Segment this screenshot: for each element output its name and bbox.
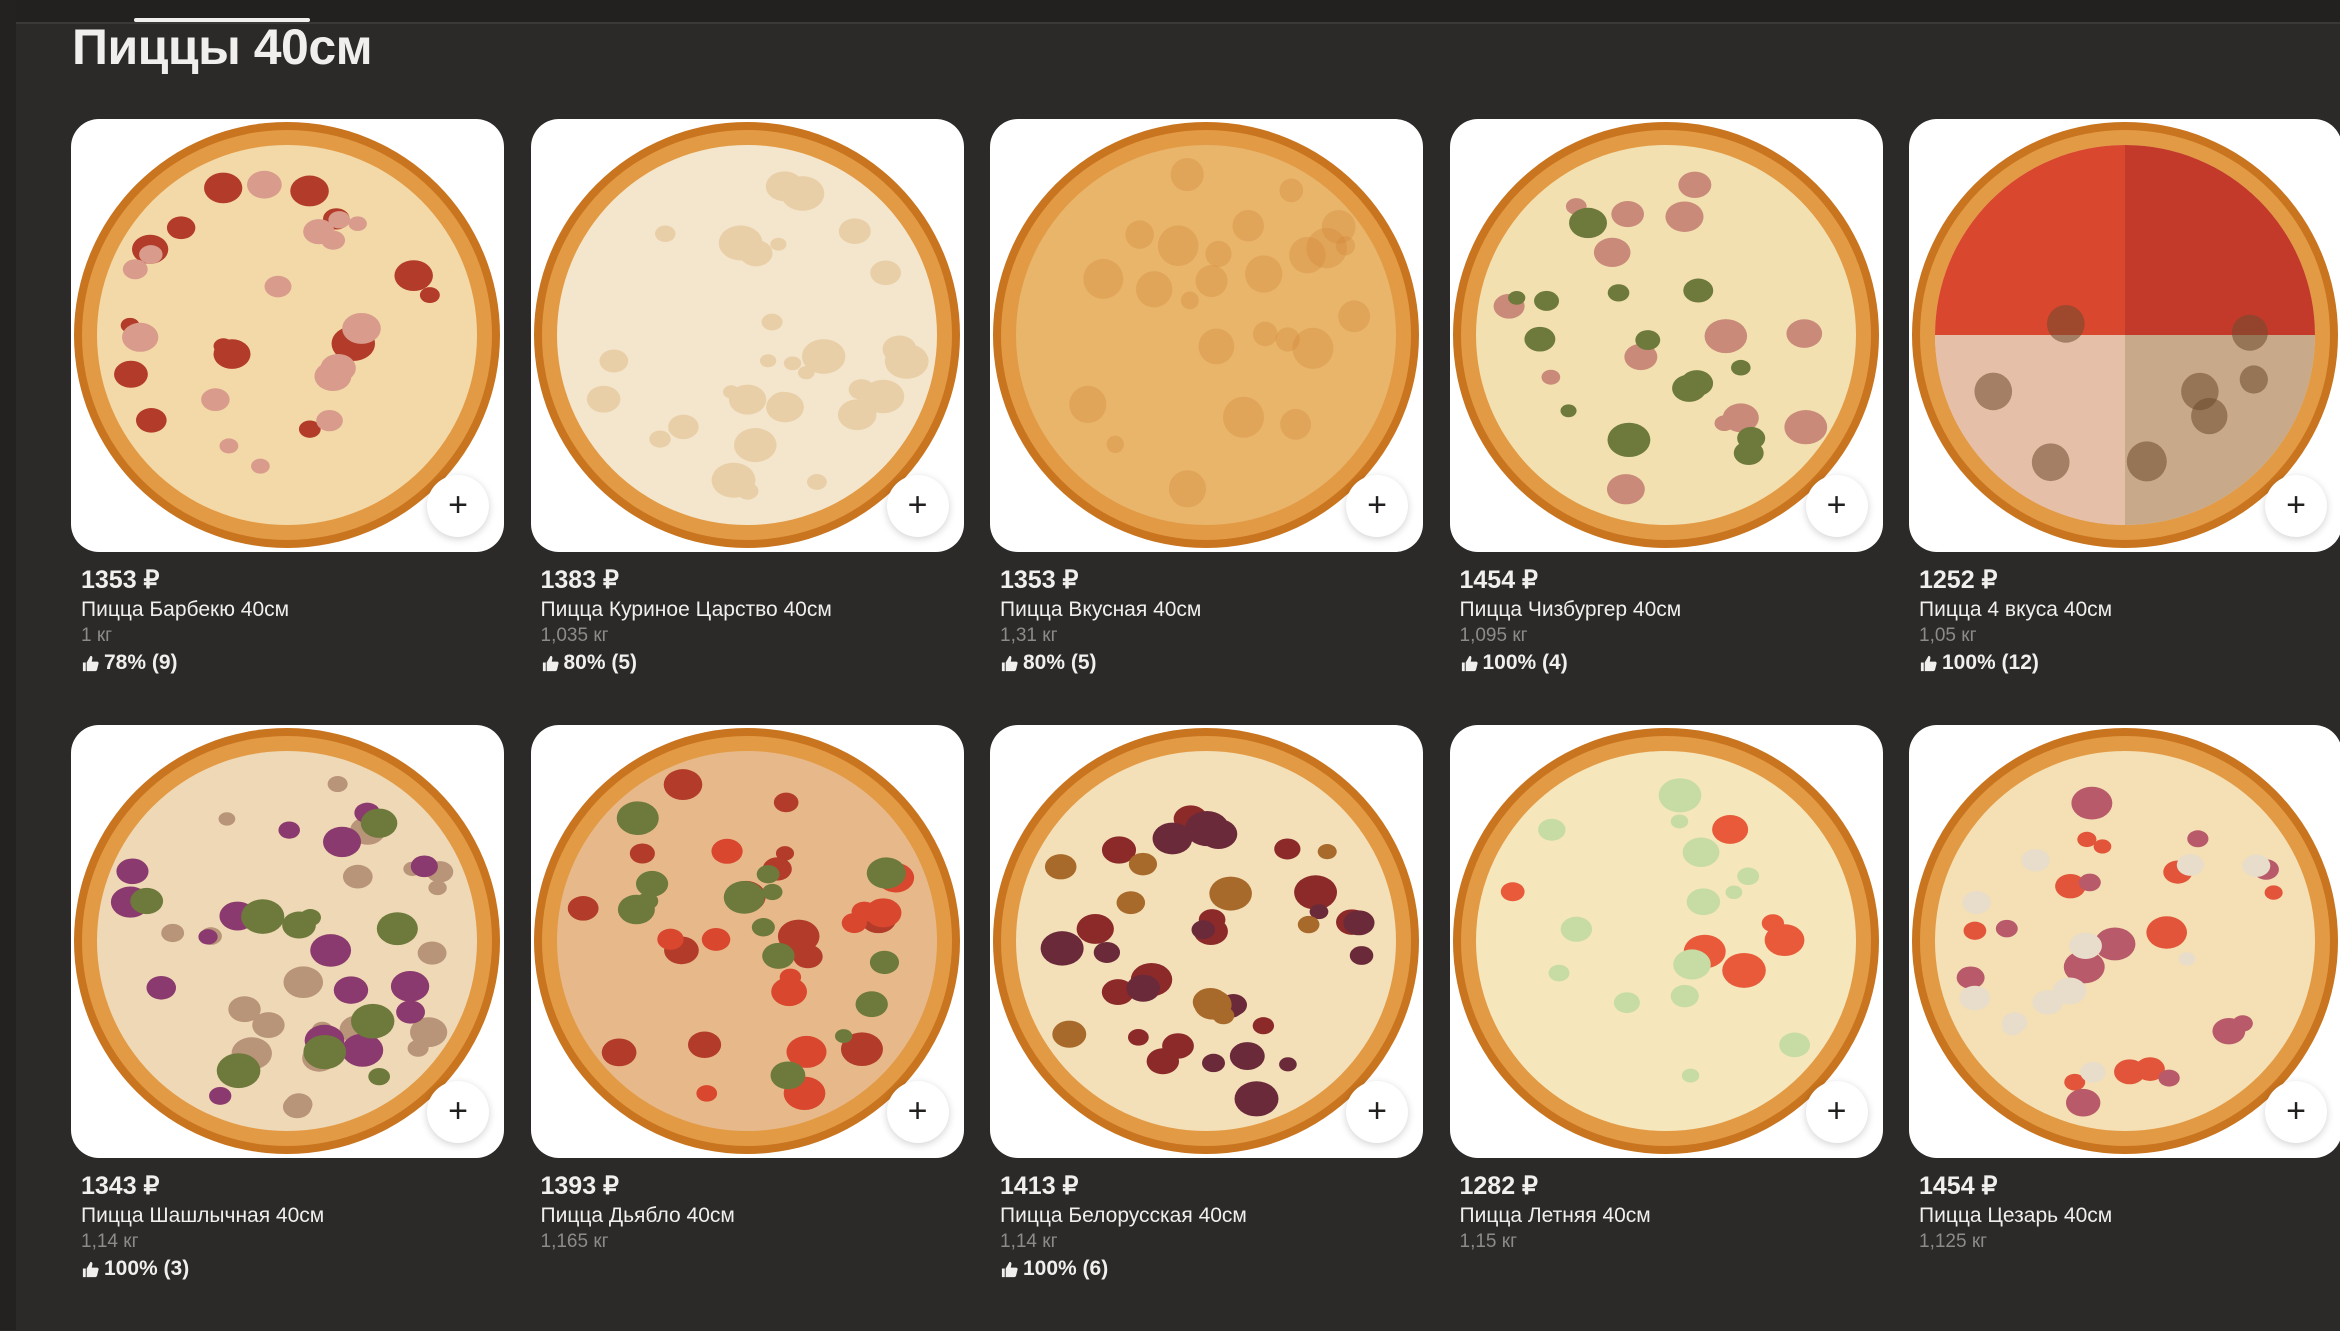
product-rating: 78% (9) [81, 651, 178, 675]
product-weight: 1,095 кг [1459, 625, 1528, 646]
add-to-cart-button[interactable]: + [1805, 475, 1868, 537]
product-weight: 1,15 кг [1459, 1231, 1518, 1252]
product-card[interactable]: +1353 ₽ Пицца Вкусная 40см 1,31 кг 80% (5) [990, 119, 1423, 725]
add-to-cart-button[interactable]: + [886, 475, 949, 537]
add-to-cart-button[interactable]: + [2265, 1081, 2327, 1143]
product-price: 1343 ₽ [81, 1172, 160, 1200]
product-card[interactable]: +1383 ₽ Пицца Куриное Царство 40см 1,035 к… [530, 119, 964, 725]
product-price: 1454 ₽ [1919, 1172, 1998, 1200]
product-image[interactable]: + [530, 119, 964, 552]
product-image[interactable]: + [1909, 725, 2340, 1158]
product-image[interactable]: + [1449, 725, 1883, 1158]
product-card[interactable]: +1353 ₽ Пицца Барбекю 40см 1 кг 78% (9) [71, 119, 504, 725]
product-image[interactable]: + [990, 119, 1423, 552]
product-price: 1353 ₽ [1000, 566, 1079, 594]
product-name[interactable]: Пицца Цезарь 40см [1919, 1204, 2112, 1228]
plus-icon: + [1826, 1091, 1847, 1130]
add-to-cart-button[interactable]: + [427, 1081, 489, 1143]
product-price: 1252 ₽ [1919, 566, 1998, 594]
left-edge [0, 0, 16, 1330]
add-to-cart-button[interactable]: + [1346, 1081, 1408, 1143]
product-name[interactable]: Пицца Летняя 40см [1460, 1204, 1651, 1228]
product-image[interactable]: + [71, 725, 504, 1158]
product-image[interactable]: + [71, 119, 504, 552]
product-grid: +1353 ₽ Пицца Барбекю 40см 1 кг 78% (9) +138… [71, 119, 2340, 1331]
product-name[interactable]: Пицца Шашлычная 40см [81, 1204, 324, 1228]
plus-icon: + [2286, 485, 2306, 524]
rating-value: 100% (12) [1942, 651, 2039, 674]
product-weight: 1,125 кг [1919, 1231, 1988, 1252]
section-title: Пиццы 40см [72, 19, 373, 75]
plus-icon: + [1367, 485, 1387, 524]
product-image[interactable]: + [990, 725, 1423, 1158]
product-name[interactable]: Пицца Барбекю 40см [81, 598, 289, 622]
add-to-cart-button[interactable]: + [2265, 475, 2327, 537]
product-rating: 100% (12) [1919, 651, 2039, 675]
add-to-cart-button[interactable]: + [886, 1081, 949, 1143]
thumbs-up-icon [81, 654, 104, 673]
add-to-cart-button[interactable]: + [1805, 1081, 1868, 1143]
product-card[interactable]: +1343 ₽ Пицца Шашлычная 40см 1,14 кг 100% (… [71, 725, 504, 1331]
product-price: 1413 ₽ [1000, 1172, 1079, 1200]
product-name[interactable]: Пицца Чизбургер 40см [1460, 598, 1682, 622]
product-price: 1383 ₽ [540, 566, 619, 594]
rating-value: 100% (4) [1482, 651, 1568, 674]
product-weight: 1,31 кг [1000, 625, 1058, 646]
product-rating: 80% (5) [1000, 651, 1097, 675]
plus-icon: + [1367, 1091, 1387, 1130]
product-name[interactable]: Пицца Дьябло 40см [541, 1204, 735, 1228]
product-weight: 1,165 кг [540, 1231, 609, 1252]
rating-value: 78% (9) [104, 651, 178, 674]
rating-value: 80% (5) [1023, 651, 1097, 674]
product-name[interactable]: Пицца 4 вкуса 40см [1919, 598, 2112, 622]
plus-icon: + [907, 485, 928, 524]
product-rating: 100% (6) [1000, 1257, 1108, 1281]
product-name[interactable]: Пицца Вкусная 40см [1000, 598, 1201, 622]
thumbs-up-icon [541, 654, 564, 673]
product-card[interactable]: +1454 ₽ Пицца Чизбургер 40см 1,095 кг 100% … [1449, 119, 1883, 725]
product-name[interactable]: Пицца Белорусская 40см [1000, 1204, 1247, 1228]
plus-icon: + [907, 1091, 928, 1130]
product-name[interactable]: Пицца Куриное Царство 40см [541, 598, 832, 622]
product-weight: 1,14 кг [81, 1231, 139, 1252]
product-card[interactable]: +1393 ₽ Пицца Дьябло 40см 1,165 кг [530, 725, 964, 1331]
add-to-cart-button[interactable]: + [427, 475, 489, 537]
product-price: 1393 ₽ [540, 1172, 619, 1200]
product-weight: 1,035 кг [540, 625, 609, 646]
product-price: 1282 ₽ [1459, 1172, 1538, 1200]
product-rating: 100% (4) [1460, 651, 1568, 675]
product-card[interactable]: +1252 ₽ Пицца 4 вкуса 40см 1,05 кг 100% (12… [1909, 119, 2340, 725]
thumbs-up-icon [1919, 654, 1942, 673]
plus-icon: + [2286, 1091, 2306, 1130]
product-price: 1454 ₽ [1459, 566, 1538, 594]
plus-icon: + [1826, 485, 1847, 524]
thumbs-up-icon [81, 1260, 104, 1279]
product-weight: 1,14 кг [1000, 1231, 1058, 1252]
thumbs-up-icon [1000, 654, 1023, 673]
product-image[interactable]: + [1449, 119, 1883, 552]
thumbs-up-icon [1460, 654, 1483, 673]
rating-value: 100% (6) [1023, 1257, 1109, 1280]
product-image[interactable]: + [530, 725, 964, 1158]
product-weight: 1 кг [81, 625, 113, 646]
product-card[interactable]: +1413 ₽ Пицца Белорусская 40см 1,14 кг 100%… [990, 725, 1423, 1331]
plus-icon: + [448, 1091, 468, 1130]
product-card[interactable]: +1454 ₽ Пицца Цезарь 40см 1,125 кг [1909, 725, 2340, 1331]
product-rating: 80% (5) [541, 651, 638, 675]
add-to-cart-button[interactable]: + [1346, 475, 1408, 537]
product-rating: 100% (3) [81, 1257, 189, 1281]
rating-value: 80% (5) [563, 651, 638, 674]
plus-icon: + [448, 485, 468, 524]
product-image[interactable]: + [1909, 119, 2340, 552]
rating-value: 100% (3) [104, 1257, 190, 1280]
product-weight: 1,05 кг [1919, 625, 1977, 646]
product-card[interactable]: +1282 ₽ Пицца Летняя 40см 1,15 кг [1449, 725, 1883, 1331]
thumbs-up-icon [1000, 1260, 1023, 1279]
product-price: 1353 ₽ [81, 566, 160, 594]
